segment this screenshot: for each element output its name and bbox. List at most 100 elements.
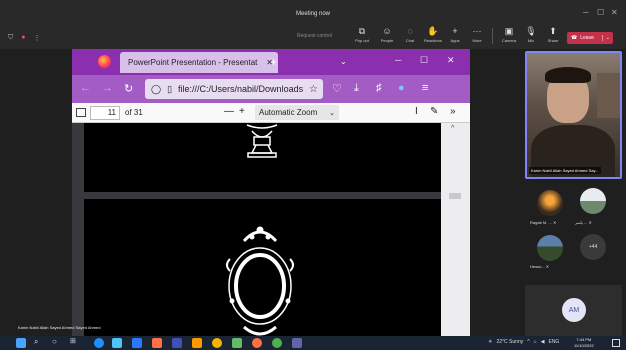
tab-bar: PowerPoint Presentation - Presentat ✕ + …	[72, 49, 470, 75]
apps-button[interactable]: + Apps	[445, 26, 465, 43]
scrollbar-thumb[interactable]	[449, 193, 461, 199]
extensions-icon[interactable]: ♯	[376, 82, 382, 94]
browser-minimize-icon[interactable]: ─	[395, 55, 401, 65]
avatar[interactable]	[537, 235, 563, 261]
share-button[interactable]: ⬆ Share	[543, 26, 563, 43]
leave-button[interactable]: ☎ Leave ⌄	[567, 32, 613, 44]
teams-icon[interactable]	[292, 338, 302, 348]
system-tray[interactable]: ☀ 22°C Sunny ^ ⌂ ◀ ENG	[488, 339, 559, 345]
app-icon[interactable]	[192, 338, 202, 348]
browser-close-icon[interactable]: ✕	[447, 55, 455, 66]
more-icon: ···	[472, 26, 482, 36]
list-tabs-icon[interactable]: ⌄	[340, 57, 347, 66]
pdf-toolbar: 11 of 31 — + Automatic Zoom ⌄ I ✎ »	[72, 103, 470, 123]
page-total: of 31	[125, 108, 143, 117]
clock[interactable]: 7:44 PM 11/10/2022	[574, 337, 594, 349]
request-control-button[interactable]: Request control	[297, 33, 332, 39]
zoom-select[interactable]: Automatic Zoom ⌄	[255, 105, 339, 120]
pdf-page	[84, 199, 441, 350]
phone-icon: ☎	[571, 35, 578, 41]
speaker-video-tile[interactable]: Karim Nabil Allah Sayed Ahmed Say...	[525, 51, 622, 179]
edge-icon[interactable]	[94, 338, 104, 348]
download-icon[interactable]: ⤓	[354, 82, 359, 95]
people-button[interactable]: ☺ People	[377, 26, 397, 43]
participant-name: Ragab M. ... ✕	[530, 220, 557, 225]
back-icon[interactable]: ←	[80, 82, 91, 94]
more-button[interactable]: ··· More	[467, 26, 487, 43]
speaker-hair	[545, 67, 591, 83]
chat-icon: ◌	[407, 26, 413, 36]
chevron-up-icon[interactable]: ^	[451, 125, 454, 132]
participant-name: ياسر ... ✕	[575, 220, 592, 225]
app-icon[interactable]	[232, 338, 242, 348]
page-number-input[interactable]: 11	[90, 106, 120, 120]
account-icon[interactable]: ●	[398, 82, 405, 94]
app-icon[interactable]	[272, 338, 282, 348]
notifications-icon[interactable]	[612, 339, 620, 347]
avatar: AM	[562, 298, 586, 322]
participant-tile[interactable]: AM	[525, 285, 622, 336]
camera-button[interactable]: ▣ Camera	[499, 26, 519, 43]
mic-icon: 🎙	[525, 26, 537, 36]
text-tool-icon[interactable]: I	[415, 106, 418, 117]
url-bar[interactable]: ◯ ▯ file:///C:/Users/nabil/Downloads/Pre…	[145, 79, 323, 99]
chat-button[interactable]: ◌ Chat	[400, 26, 420, 43]
pocket-icon[interactable]: ♡	[332, 82, 342, 95]
tab-pdf[interactable]: PowerPoint Presentation - Presentat ✕	[120, 52, 278, 73]
apps-icon: +	[452, 26, 458, 36]
weather-icon: ☀	[488, 339, 493, 345]
app-icon[interactable]	[172, 338, 182, 348]
firefox-window: PowerPoint Presentation - Presentat ✕ + …	[72, 49, 470, 350]
app-icon[interactable]	[112, 338, 122, 348]
zoom-out-icon[interactable]: —	[224, 106, 234, 117]
draw-tool-icon[interactable]: ✎	[430, 106, 438, 117]
app-icon[interactable]	[132, 338, 142, 348]
chevron-up-icon: ^	[527, 339, 530, 345]
more-dots-icon[interactable]: ⋮	[33, 34, 40, 42]
menu-icon[interactable]: ≡	[422, 82, 428, 94]
pdf-viewer[interactable]: ^ ⌄	[72, 123, 470, 350]
reactions-button[interactable]: ✋ Reactions	[423, 26, 443, 43]
minimize-icon[interactable]: ─	[583, 8, 589, 17]
new-tab-icon[interactable]: +	[270, 55, 277, 69]
speaker-name: Karim Nabil Allah Sayed Ahmed Say...	[529, 167, 601, 174]
start-icon[interactable]	[16, 338, 26, 348]
browser-maximize-icon[interactable]: ☐	[420, 55, 428, 66]
search-icon[interactable]: ⌕	[34, 337, 44, 347]
network-icon: ⌂	[533, 339, 537, 345]
pop-out-icon: ⧉	[358, 26, 366, 36]
background-object	[597, 73, 620, 118]
maximize-icon[interactable]: ☐	[597, 8, 604, 17]
pdf-page	[84, 123, 441, 192]
more-tools-icon[interactable]: »	[450, 106, 456, 117]
mic-button[interactable]: 🎙 Mic	[521, 26, 541, 43]
sidebar-toggle-icon[interactable]	[76, 108, 86, 117]
shield-icon[interactable]: ⛉	[8, 34, 13, 42]
participant-name: Hesso... ✕	[530, 264, 550, 269]
navigation-bar: ← → ↻ ◯ ▯ file:///C:/Users/nabil/Downloa…	[72, 75, 470, 103]
cortana-icon[interactable]: ○	[52, 337, 62, 347]
forward-icon[interactable]: →	[102, 82, 113, 94]
more-participants-badge[interactable]: +44	[580, 234, 606, 260]
firefox-icon[interactable]	[252, 338, 262, 348]
close-icon[interactable]: ✕	[611, 8, 618, 17]
app-icon[interactable]	[152, 338, 162, 348]
avatar[interactable]	[537, 190, 563, 216]
scrollbar[interactable]: ^ ⌄	[441, 123, 470, 350]
reload-icon[interactable]: ↻	[124, 82, 133, 95]
bookmark-star-icon[interactable]: ☆	[309, 84, 318, 95]
reactions-icon: ✋	[427, 26, 439, 36]
chevron-down-icon[interactable]: ⌄	[601, 35, 613, 41]
shield-icon[interactable]: ◯	[151, 84, 161, 95]
pop-out-button[interactable]: ⧉ Pop out	[352, 26, 372, 43]
mic-off-icon: ✕	[545, 264, 550, 269]
mirror-frame-ornament	[226, 226, 294, 336]
zoom-in-icon[interactable]: +	[239, 106, 245, 117]
task-view-icon[interactable]: ⊞	[70, 337, 80, 347]
firefox-logo-icon	[98, 55, 111, 68]
teams-toolbar: Meeting now ⛉ ● ⋮ Request control ⧉ Pop o…	[0, 0, 626, 49]
volume-icon: ◀	[540, 339, 545, 345]
chrome-icon[interactable]	[212, 338, 222, 348]
avatar[interactable]	[580, 188, 606, 214]
camera-icon: ▣	[504, 26, 514, 36]
